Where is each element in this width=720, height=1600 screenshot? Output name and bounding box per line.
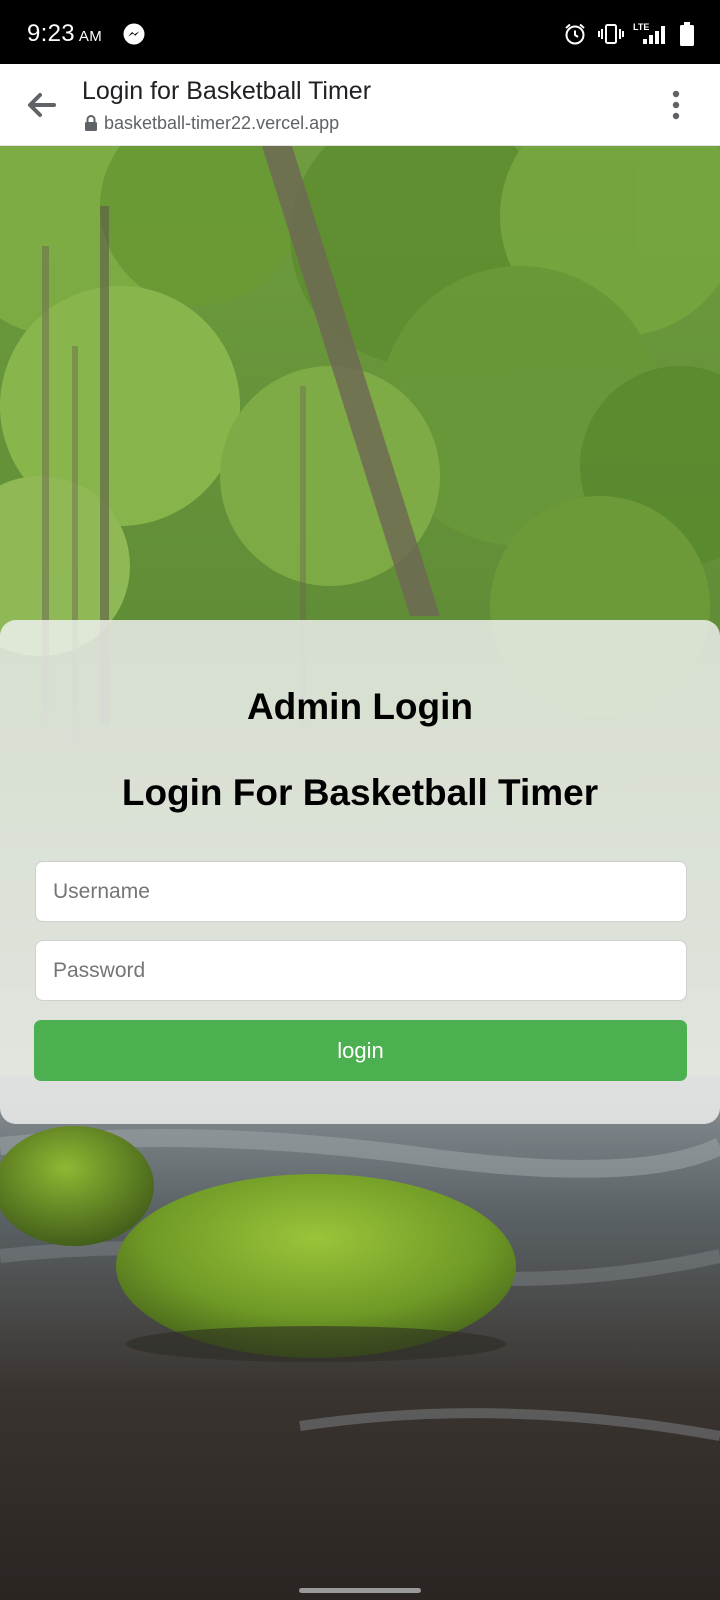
back-arrow-icon[interactable]	[24, 88, 58, 122]
home-indicator[interactable]	[299, 1588, 421, 1593]
alarm-icon	[565, 23, 585, 45]
vibrate-icon	[598, 24, 624, 44]
more-vert-icon[interactable]	[662, 88, 690, 122]
status-time-value: 9:23	[27, 20, 75, 47]
login-button[interactable]: login	[34, 1020, 687, 1081]
lte-signal-icon: LTE	[633, 22, 667, 46]
status-time: 9:23 AM	[27, 20, 102, 48]
page-url[interactable]: basketball-timer22.vercel.app	[104, 113, 339, 134]
messenger-icon	[123, 23, 145, 45]
page-title: Login for Basketball Timer	[82, 77, 372, 105]
lock-icon	[85, 115, 97, 131]
password-input[interactable]	[35, 940, 687, 1001]
battery-icon	[680, 22, 694, 46]
browser-toolbar: Login for Basketball Timer basketball-ti…	[0, 64, 720, 146]
status-bar: 9:23 AM LTE	[0, 0, 720, 64]
admin-login-heading: Admin Login	[246, 686, 474, 727]
username-input[interactable]	[35, 861, 687, 922]
status-time-ampm: AM	[78, 28, 103, 45]
login-subheading: Login For Basketball Timer	[121, 772, 599, 813]
